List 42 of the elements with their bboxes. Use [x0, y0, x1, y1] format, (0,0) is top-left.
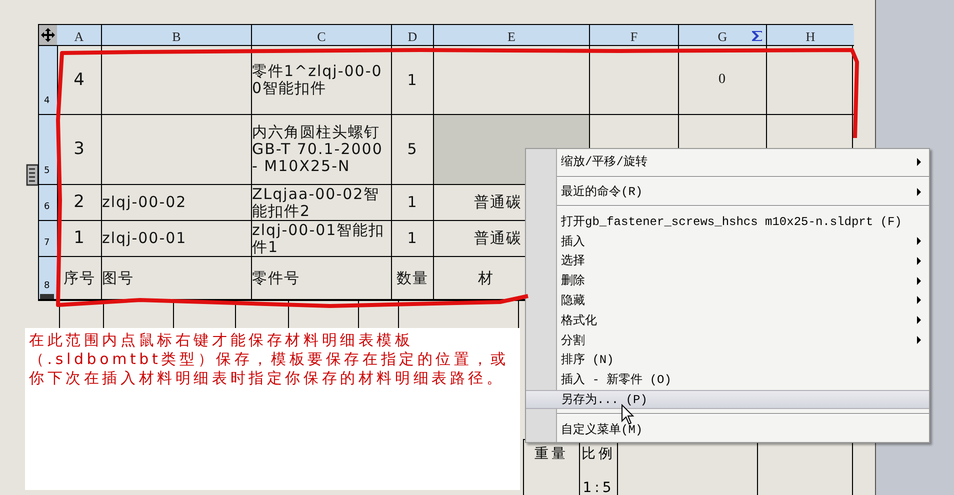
table-cell: 零件号 — [251, 256, 391, 299]
column-header[interactable]: D — [391, 25, 433, 45]
table-cell: 零件1^zlqj-00-00智能扣件 — [251, 45, 391, 114]
table-cell: 1 — [391, 184, 433, 220]
table-cell: 图号 — [101, 256, 251, 299]
menu-item[interactable]: 缩放/平移/旋转 — [526, 152, 929, 172]
table-cell: 1 — [57, 220, 101, 256]
column-header[interactable]: B — [101, 25, 251, 45]
scale-value: 1:5 — [580, 468, 618, 495]
column-header[interactable]: G — [678, 25, 766, 45]
table-cell: 内六角圆柱头螺钉 GB-T 70.1-2000 - M10X25-N — [251, 114, 391, 184]
row-header[interactable]: 7 — [39, 220, 57, 256]
row-header[interactable]: 8 — [39, 256, 57, 299]
menu-item[interactable]: 另存为... (P) — [526, 390, 929, 410]
sum-icon — [751, 30, 763, 42]
column-header[interactable]: A — [57, 25, 101, 45]
menu-item[interactable]: 格式化 — [526, 310, 929, 330]
row-header[interactable]: 4 — [39, 45, 57, 114]
column-header[interactable]: E — [433, 25, 589, 45]
table-cell: zlqj-00-01 — [101, 220, 251, 256]
table-cell: 序号 — [57, 256, 101, 299]
menu-item[interactable]: 排序 (N) — [526, 350, 929, 370]
table-cell: 数量 — [391, 256, 433, 299]
column-header[interactable]: H — [766, 25, 854, 45]
row-header[interactable]: 5 — [39, 114, 57, 184]
table-cell: zlqj-00-01智能扣件1 — [251, 220, 391, 256]
table-cell: 2 — [57, 184, 101, 220]
move-icon[interactable] — [40, 27, 56, 43]
resize-handle-icon[interactable] — [26, 164, 38, 186]
table-cell: 0 — [678, 45, 766, 114]
table-cell: 1 — [391, 220, 433, 256]
menu-item[interactable]: 分割 — [526, 330, 929, 350]
note-text: 在此范围内点鼠标右键才能保存材料明细表模板（.sldbomtbt类型）保存，模板要保存在指定的位置，或你下次在插入材料明细表时指定你保存的材料明细表路径。 — [25, 328, 520, 490]
column-header[interactable]: F — [589, 25, 678, 45]
table-cell: 1 — [391, 45, 433, 114]
table-cell: zlqj-00-02 — [101, 184, 251, 220]
menu-item[interactable]: 插入 - 新零件 (O) — [526, 370, 929, 390]
row-header[interactable]: 6 — [39, 184, 57, 220]
table-cell: 3 — [57, 114, 101, 184]
menu-item[interactable]: 自定义菜单(M) — [526, 419, 929, 440]
table-cell: 4 — [57, 45, 101, 114]
column-header[interactable]: C — [251, 25, 391, 45]
